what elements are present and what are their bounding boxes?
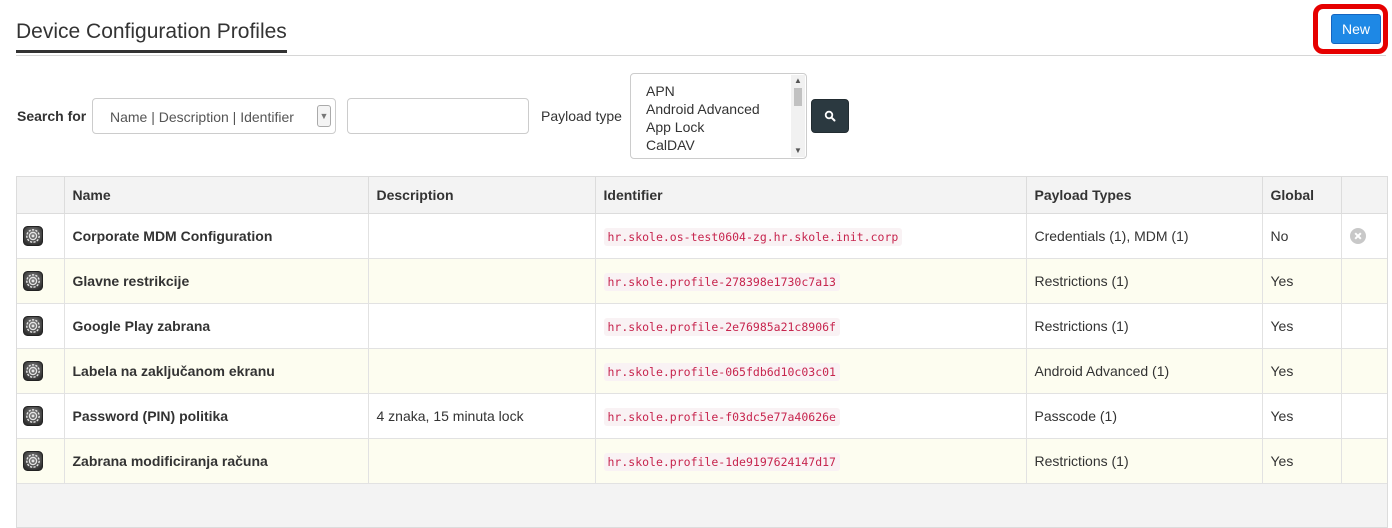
profile-identifier-cell: hr.skole.profile-065fdb6d10c03c01 <box>594 348 1026 394</box>
table-row[interactable]: Labela na zaključanom ekranu hr.skole.pro… <box>17 348 1387 394</box>
payload-type-listbox[interactable]: APNAndroid AdvancedApp LockCalDAVCertifi… <box>630 73 807 159</box>
profile-icon-cell <box>17 213 64 259</box>
remove-icon[interactable] <box>1349 228 1366 245</box>
profile-description <box>367 348 595 394</box>
profile-global: Yes <box>1261 348 1341 394</box>
profile-identifier-cell: hr.skole.profile-1de9197624147d17 <box>594 438 1026 484</box>
profile-description <box>367 213 595 259</box>
search-field-select-value: Name | Description | Identifier <box>110 109 294 125</box>
profile-identifier-cell: hr.skole.profile-2e76985a21c8906f <box>594 303 1026 349</box>
scrollbar-thumb[interactable] <box>794 88 802 106</box>
search-icon <box>824 110 836 122</box>
gear-icon <box>23 360 64 381</box>
page-header: Device Configuration Profiles <box>16 10 1386 56</box>
profile-payload-types: Restrictions (1) <box>1025 258 1262 304</box>
profile-identifier: hr.skole.profile-278398e1730c7a13 <box>603 272 840 291</box>
profile-actions-cell <box>1340 213 1387 259</box>
profile-icon-cell <box>17 258 64 304</box>
profile-name[interactable]: Glavne restrikcije <box>63 258 368 304</box>
column-header-payload-types[interactable]: Payload Types <box>1025 177 1262 214</box>
profile-global: Yes <box>1261 303 1341 349</box>
gear-icon <box>23 450 64 471</box>
column-header-icon <box>17 177 64 214</box>
listbox-scrollbar[interactable]: ▲ ▼ <box>791 75 805 157</box>
profile-global: No <box>1261 213 1341 259</box>
profile-name[interactable]: Password (PIN) politika <box>63 393 368 439</box>
profile-description <box>367 438 595 484</box>
search-label: Search for <box>17 108 87 124</box>
table-header-row: Name Description Identifier Payload Type… <box>17 177 1387 214</box>
profile-actions-cell <box>1340 393 1387 439</box>
payload-type-option[interactable]: CalDAV <box>646 136 786 154</box>
profile-icon-cell <box>17 438 64 484</box>
table-row[interactable]: Corporate MDM Configuration hr.skole.os-t… <box>17 213 1387 259</box>
search-input[interactable] <box>347 98 529 134</box>
profile-global: Yes <box>1261 393 1341 439</box>
new-button[interactable]: New <box>1331 14 1381 44</box>
profile-actions-cell <box>1340 258 1387 304</box>
gear-icon <box>23 405 64 426</box>
profile-global: Yes <box>1261 258 1341 304</box>
column-header-name[interactable]: Name <box>63 177 368 214</box>
profile-payload-types: Credentials (1), MDM (1) <box>1025 213 1262 259</box>
profile-global: Yes <box>1261 438 1341 484</box>
profile-identifier: hr.skole.os-test0604-zg.hr.skole.init.co… <box>603 227 903 246</box>
profile-name[interactable]: Zabrana modificiranja računa <box>63 438 368 484</box>
profile-actions-cell <box>1340 438 1387 484</box>
table-row[interactable]: Password (PIN) politika 4 znaka, 15 minut… <box>17 393 1387 439</box>
profile-identifier: hr.skole.profile-f03dc5e77a40626e <box>603 407 840 426</box>
column-header-identifier[interactable]: Identifier <box>594 177 1026 214</box>
column-header-description[interactable]: Description <box>367 177 595 214</box>
profile-name[interactable]: Labela na zaključanom ekranu <box>63 348 368 394</box>
column-header-global[interactable]: Global <box>1261 177 1341 214</box>
profile-description <box>367 303 595 349</box>
payload-type-options: APNAndroid AdvancedApp LockCalDAVCertifi… <box>646 82 786 158</box>
profiles-table: Name Description Identifier Payload Type… <box>17 177 1387 484</box>
profile-payload-types: Android Advanced (1) <box>1025 348 1262 394</box>
profile-actions-cell <box>1340 303 1387 349</box>
chevron-down-icon: ▼ <box>317 105 331 127</box>
profile-payload-types: Restrictions (1) <box>1025 438 1262 484</box>
profile-identifier-cell: hr.skole.os-test0604-zg.hr.skole.init.co… <box>594 213 1026 259</box>
profile-identifier-cell: hr.skole.profile-278398e1730c7a13 <box>594 258 1026 304</box>
profile-description: 4 znaka, 15 minuta lock <box>367 393 595 439</box>
profile-identifier: hr.skole.profile-1de9197624147d17 <box>603 452 840 471</box>
payload-type-option[interactable]: Android Advanced <box>646 100 786 118</box>
profile-icon-cell <box>17 348 64 394</box>
payload-type-option[interactable]: APN <box>646 82 786 100</box>
profile-name[interactable]: Corporate MDM Configuration <box>63 213 368 259</box>
profile-payload-types: Restrictions (1) <box>1025 303 1262 349</box>
gear-icon <box>23 225 64 246</box>
table-row[interactable]: Zabrana modificiranja računa hr.skole.pro… <box>17 438 1387 484</box>
profile-identifier-cell: hr.skole.profile-f03dc5e77a40626e <box>594 393 1026 439</box>
profile-actions-cell <box>1340 348 1387 394</box>
gear-icon <box>23 315 64 336</box>
payload-type-label: Payload type <box>541 108 622 124</box>
profile-icon-cell <box>17 303 64 349</box>
profile-identifier: hr.skole.profile-2e76985a21c8906f <box>603 317 840 336</box>
profile-identifier: hr.skole.profile-065fdb6d10c03c01 <box>603 362 840 381</box>
payload-type-option[interactable]: App Lock <box>646 118 786 136</box>
page-title: Device Configuration Profiles <box>16 20 287 53</box>
table-row[interactable]: Google Play zabrana hr.skole.profile-2e76… <box>17 303 1387 349</box>
profile-name[interactable]: Google Play zabrana <box>63 303 368 349</box>
profiles-table-container: Name Description Identifier Payload Type… <box>16 176 1388 528</box>
scroll-down-icon[interactable]: ▼ <box>791 145 805 157</box>
table-row[interactable]: Glavne restrikcije hr.skole.profile-27839… <box>17 258 1387 304</box>
new-button-highlight: New <box>1313 4 1388 54</box>
column-header-actions <box>1340 177 1387 214</box>
scroll-up-icon[interactable]: ▲ <box>791 75 805 87</box>
search-button[interactable] <box>811 99 849 133</box>
profile-payload-types: Passcode (1) <box>1025 393 1262 439</box>
profile-description <box>367 258 595 304</box>
payload-type-option[interactable]: Certificate <box>646 154 786 158</box>
gear-icon <box>23 270 64 291</box>
search-field-select[interactable]: Name | Description | Identifier ▼ <box>92 98 336 134</box>
profile-icon-cell <box>17 393 64 439</box>
